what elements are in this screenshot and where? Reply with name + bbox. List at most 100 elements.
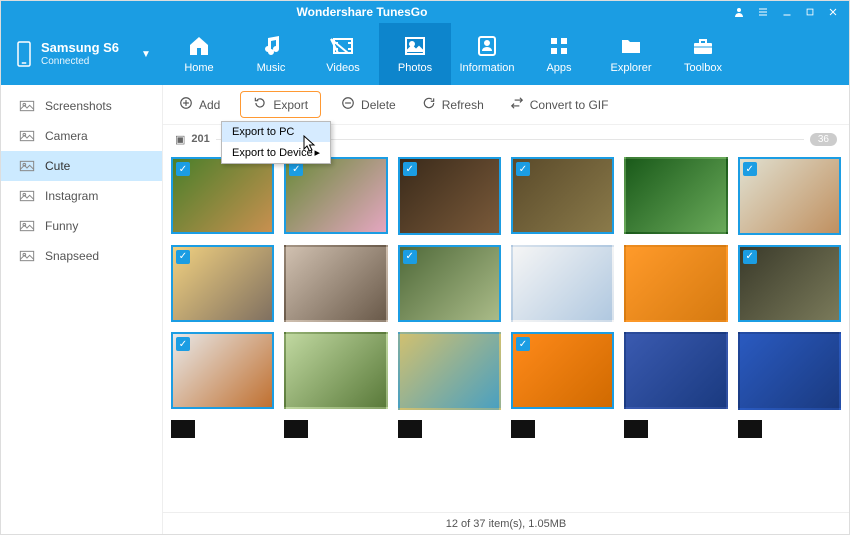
explorer-icon <box>618 34 644 58</box>
photo-thumbnail[interactable] <box>171 420 195 438</box>
checkmark-icon: ✓ <box>743 162 757 176</box>
tab-music[interactable]: Music <box>235 23 307 85</box>
export-button[interactable]: Export <box>240 91 321 118</box>
photo-thumbnail[interactable]: ✓ <box>398 157 501 235</box>
delete-button[interactable]: Delete <box>335 92 402 117</box>
app-window: { "title": "Wondershare TunesGo", "devic… <box>0 0 850 535</box>
apps-icon <box>546 34 572 58</box>
photo-thumbnail[interactable]: ✓ <box>511 157 614 234</box>
photo-thumbnail[interactable] <box>511 245 614 322</box>
sidebar-item-label: Funny <box>45 219 78 233</box>
refresh-button[interactable]: Refresh <box>416 92 490 117</box>
tab-explorer[interactable]: Explorer <box>595 23 667 85</box>
photo-thumbnail[interactable]: ✓ <box>511 332 614 409</box>
header-bar: Samsung S6 Connected ▼ Home Music Videos Ph… <box>1 23 849 85</box>
tab-videos[interactable]: Videos <box>307 23 379 85</box>
photo-thumbnail[interactable] <box>284 420 308 438</box>
checkmark-icon: ✓ <box>176 337 190 351</box>
tab-photos[interactable]: Photos <box>379 23 451 85</box>
tab-home[interactable]: Home <box>163 23 235 85</box>
collapse-icon[interactable]: ▣ <box>175 133 185 146</box>
tab-information[interactable]: Information <box>451 23 523 85</box>
main-panel: Add Export Delete Refresh Convert to GIF <box>163 85 849 534</box>
photo-thumbnail[interactable]: ✓ <box>398 245 501 323</box>
album-icon <box>19 220 35 232</box>
tab-label: Music <box>257 62 286 74</box>
toolbar: Add Export Delete Refresh Convert to GIF <box>163 85 849 125</box>
checkmark-icon: ✓ <box>516 162 530 176</box>
convert-gif-button[interactable]: Convert to GIF <box>504 92 615 117</box>
tab-apps[interactable]: Apps <box>523 23 595 85</box>
menu-icon[interactable] <box>757 6 769 18</box>
tab-toolbox[interactable]: Toolbox <box>667 23 739 85</box>
minimize-icon[interactable] <box>781 6 793 18</box>
sidebar-item-funny[interactable]: Funny <box>1 211 162 241</box>
tab-label: Home <box>184 62 213 74</box>
sidebar-item-label: Cute <box>45 159 70 173</box>
photo-thumbnail[interactable] <box>398 332 501 410</box>
refresh-icon <box>422 96 436 113</box>
photo-thumbnail[interactable] <box>398 420 422 438</box>
checkmark-icon: ✓ <box>176 162 190 176</box>
titlebar: Wondershare TunesGo <box>1 1 849 23</box>
sidebar-item-label: Camera <box>45 129 88 143</box>
refresh-label: Refresh <box>442 98 484 112</box>
photo-thumbnail[interactable] <box>624 420 648 438</box>
tab-label: Explorer <box>611 62 652 74</box>
tab-label: Photos <box>398 62 432 74</box>
photo-grid: ✓ ✓ ✓ ✓ ✓ ✓ ✓ ✓ ✓ ✓ <box>171 157 841 410</box>
album-icon <box>19 100 35 112</box>
photo-thumbnail[interactable]: ✓ <box>738 245 841 323</box>
toolbox-icon <box>690 34 716 58</box>
photo-thumbnail[interactable]: ✓ <box>284 157 387 234</box>
device-info: Samsung S6 Connected <box>41 41 119 66</box>
convert-icon <box>510 96 524 113</box>
music-icon <box>258 34 284 58</box>
photo-thumbnail[interactable] <box>738 332 841 410</box>
photo-thumbnail[interactable]: ✓ <box>171 157 274 234</box>
device-name: Samsung S6 <box>41 41 119 55</box>
sidebar-item-screenshots[interactable]: Screenshots <box>1 91 162 121</box>
photo-thumbnail[interactable]: ✓ <box>171 245 274 322</box>
photo-thumbnail[interactable]: ✓ <box>171 332 274 409</box>
checkmark-icon: ✓ <box>403 162 417 176</box>
user-icon[interactable] <box>733 6 745 18</box>
checkmark-icon: ✓ <box>743 250 757 264</box>
device-status: Connected <box>41 56 119 67</box>
sidebar-item-label: Snapseed <box>45 249 99 263</box>
photo-thumbnail[interactable] <box>624 157 727 234</box>
photo-thumbnail[interactable] <box>284 245 387 322</box>
photo-thumbnail[interactable]: ✓ <box>738 157 841 235</box>
sidebar-item-camera[interactable]: Camera <box>1 121 162 151</box>
delete-label: Delete <box>361 98 396 112</box>
photos-icon <box>402 34 428 58</box>
app-title: Wondershare TunesGo <box>1 5 723 19</box>
album-icon <box>19 190 35 202</box>
sidebar-item-instagram[interactable]: Instagram <box>1 181 162 211</box>
maximize-icon[interactable] <box>805 6 815 18</box>
sidebar-item-snapseed[interactable]: Snapseed <box>1 241 162 271</box>
tab-label: Apps <box>546 62 571 74</box>
body: Screenshots Camera Cute Instagram Funny Snaps… <box>1 85 849 534</box>
checkmark-icon: ✓ <box>516 337 530 351</box>
device-selector[interactable]: Samsung S6 Connected ▼ <box>1 23 163 85</box>
phone-icon <box>15 40 33 68</box>
photo-thumbnail[interactable] <box>284 332 387 409</box>
add-button[interactable]: Add <box>173 92 226 117</box>
sidebar: Screenshots Camera Cute Instagram Funny Snaps… <box>1 85 163 534</box>
close-icon[interactable] <box>827 6 839 18</box>
minus-icon <box>341 96 355 113</box>
photo-thumbnail[interactable] <box>738 420 762 438</box>
photo-grid-scroll[interactable]: ✓ ✓ ✓ ✓ ✓ ✓ ✓ ✓ ✓ ✓ <box>163 153 849 512</box>
checkmark-icon: ✓ <box>289 162 303 176</box>
group-year: 201 <box>191 133 209 145</box>
album-icon <box>19 250 35 262</box>
photo-thumbnail[interactable] <box>511 420 535 438</box>
sidebar-item-cute[interactable]: Cute <box>1 151 162 181</box>
photo-thumbnail[interactable] <box>624 332 727 409</box>
export-icon <box>253 96 267 113</box>
photo-thumbnail[interactable] <box>624 245 727 322</box>
information-icon <box>474 34 500 58</box>
export-label: Export <box>273 98 308 112</box>
tab-label: Toolbox <box>684 62 722 74</box>
